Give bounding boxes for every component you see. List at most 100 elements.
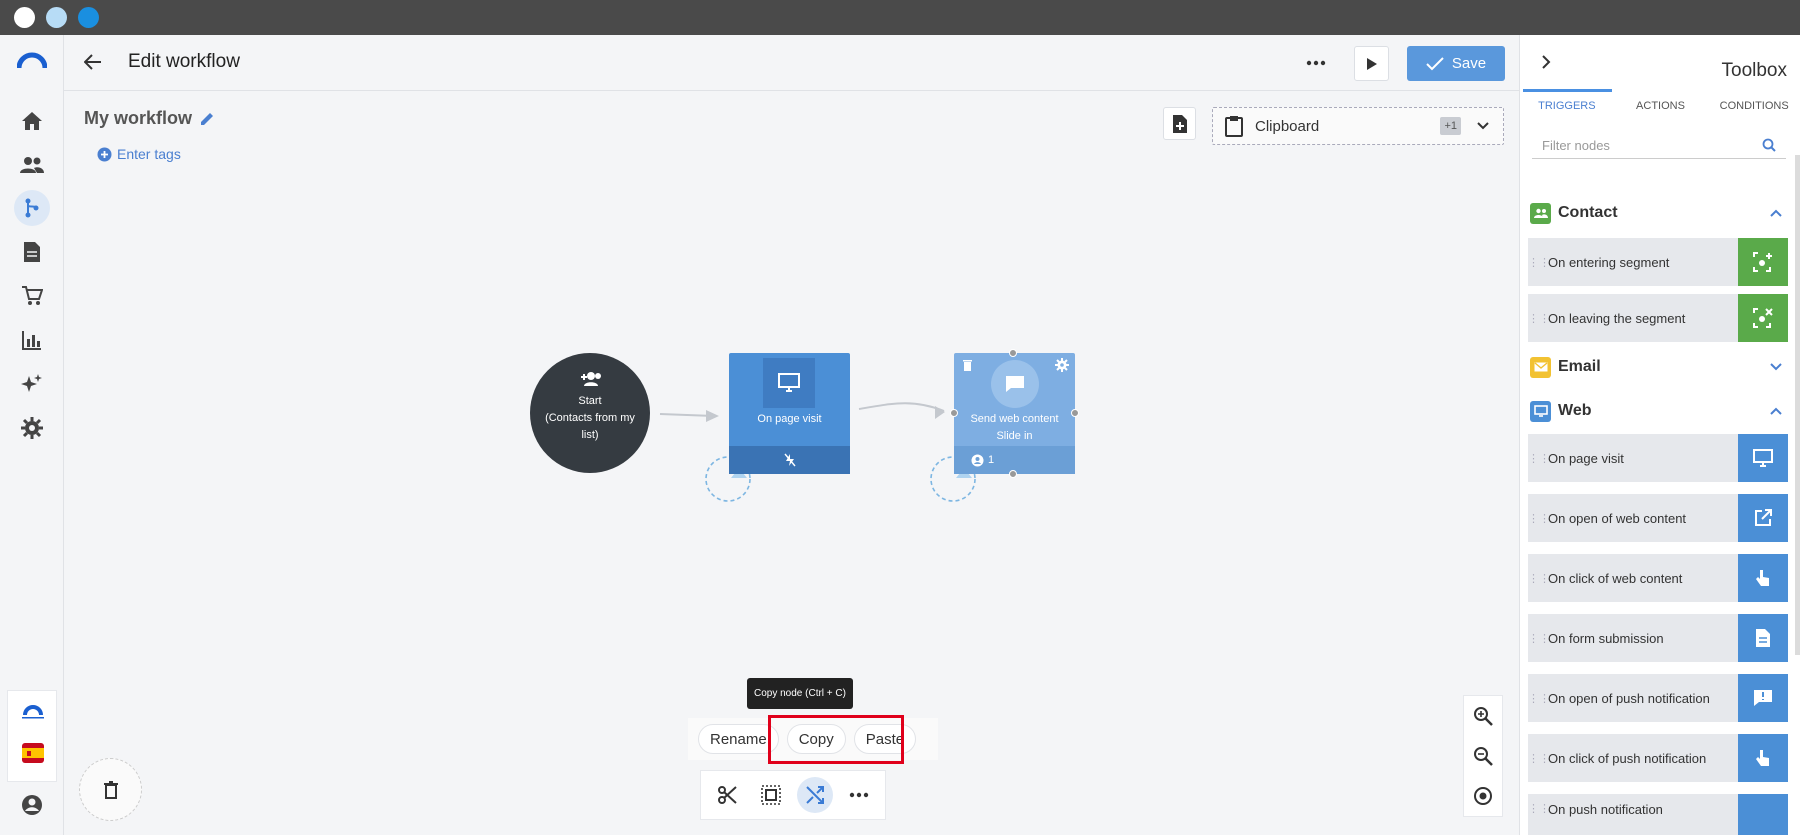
toolbox-item-form-submission[interactable]: ⋮⋮ On form submission (1528, 614, 1788, 662)
window-maximize-dot[interactable] (78, 7, 99, 28)
filter-nodes-input[interactable]: Filter nodes (1532, 131, 1786, 159)
tab-conditions[interactable]: CONDITIONS (1707, 90, 1800, 120)
send-web-content-label: Send web content (970, 413, 1059, 425)
right-handle[interactable] (1071, 409, 1079, 417)
contacts-category-icon (1530, 202, 1551, 224)
toolbox-tabs: TRIGGERS ACTIONS CONDITIONS (1520, 90, 1800, 120)
zoom-out-icon[interactable] (1473, 746, 1493, 766)
workflows-icon[interactable] (14, 190, 50, 226)
zoom-in-icon[interactable] (1473, 706, 1493, 726)
contacts-icon[interactable] (14, 147, 50, 183)
page-title: Edit workflow (128, 51, 240, 72)
connectif-logo-icon[interactable] (19, 705, 47, 719)
copy-tooltip: Copy node (Ctrl + C) (747, 678, 853, 709)
item-label: On push notification (1548, 802, 1663, 817)
drag-grip-icon: ⋮⋮ (1528, 803, 1550, 815)
drag-grip-icon: ⋮⋮ (1528, 752, 1550, 765)
item-label: On entering segment (1548, 254, 1670, 270)
cut-scissors-icon[interactable] (709, 777, 745, 813)
group-add-icon (530, 371, 650, 387)
item-label: On click of push notification (1548, 750, 1707, 766)
contact-category-label: Contact (1558, 204, 1618, 221)
search-icon[interactable] (1762, 138, 1776, 152)
play-icon (1366, 57, 1378, 71)
item-label: On open of push notification (1548, 690, 1710, 706)
more-horizontal-icon[interactable] (841, 777, 877, 813)
web-category-icon (1530, 400, 1551, 422)
delete-node-icon[interactable] (962, 359, 973, 372)
toolbox-item-page-visit[interactable]: ⋮⋮ On page visit (1528, 434, 1788, 482)
home-icon[interactable] (14, 103, 50, 139)
category-contact[interactable]: Contact (1530, 198, 1790, 228)
window-close-dot[interactable] (14, 7, 35, 28)
web-category-label: Web (1558, 402, 1592, 419)
toolbox-item-entering-segment[interactable]: ⋮⋮ On entering segment (1528, 238, 1788, 286)
touch-click-icon (1738, 554, 1788, 602)
settings-gear-icon[interactable] (14, 410, 50, 446)
filter-placeholder: Filter nodes (1542, 138, 1610, 153)
send-web-content-node[interactable]: Send web content Slide in 1 (950, 349, 1079, 478)
email-category-label: Email (1558, 358, 1601, 375)
start-node-subtitle: (Contacts from my list) (545, 412, 635, 441)
window-titlebar (0, 0, 1800, 35)
delete-dropzone[interactable] (79, 758, 142, 821)
tab-triggers[interactable]: TRIGGERS (1520, 90, 1614, 120)
toolbox-item-open-web-content[interactable]: ⋮⋮ On open of web content (1528, 494, 1788, 542)
category-web[interactable]: Web (1530, 396, 1790, 426)
top-handle[interactable] (1009, 349, 1017, 357)
collapse-chevron-right-icon[interactable] (1541, 55, 1551, 69)
analytics-icon[interactable] (14, 322, 50, 358)
toolbox-item-click-web-content[interactable]: ⋮⋮ On click of web content (1528, 554, 1788, 602)
node-settings-gear-icon[interactable] (1055, 358, 1069, 372)
chat-bubble-icon (991, 360, 1039, 408)
ai-sparkle-icon[interactable] (14, 366, 50, 402)
category-email[interactable]: Email (1530, 352, 1790, 382)
tab-actions[interactable]: ACTIONS (1614, 90, 1708, 120)
left-handle[interactable] (950, 409, 958, 417)
center-focus-icon[interactable] (1473, 786, 1493, 806)
workflow-canvas[interactable]: My workflow Enter tags Clipboard +1 Star… (64, 91, 1519, 835)
on-page-visit-node[interactable]: On page visit (729, 353, 850, 474)
save-button[interactable]: Save (1407, 46, 1505, 81)
more-options-icon[interactable] (1306, 53, 1326, 73)
check-icon (1426, 56, 1444, 71)
monitor-icon (1738, 434, 1788, 482)
rename-button[interactable]: Rename (698, 724, 779, 754)
start-node-title: Start (578, 395, 602, 407)
user-account-icon[interactable] (14, 787, 50, 823)
toolbox-scrollbar[interactable] (1795, 155, 1800, 655)
start-node[interactable]: Start (Contacts from my list) (530, 353, 650, 473)
window-minimize-dot[interactable] (46, 7, 67, 28)
chevron-up-icon (1770, 209, 1782, 217)
push-alert-icon (1738, 674, 1788, 722)
toolbox-item-push-notification[interactable]: ⋮⋮ On push notification (1528, 794, 1788, 835)
item-label: On open of web content (1548, 510, 1687, 526)
org-switcher (7, 690, 57, 782)
shop-cart-icon[interactable] (14, 278, 50, 314)
toolbox-title: Toolbox (1721, 60, 1788, 81)
segment-enter-icon (1738, 238, 1788, 286)
bottom-handle[interactable] (1009, 470, 1017, 478)
logo-icon[interactable] (14, 43, 50, 79)
toolbox-item-open-push[interactable]: ⋮⋮ On open of push notification (1528, 674, 1788, 722)
play-button[interactable] (1354, 46, 1389, 81)
account-circle-icon (971, 454, 984, 467)
save-label: Save (1451, 55, 1487, 72)
left-nav (0, 35, 64, 835)
toolbox-panel: Toolbox TRIGGERS ACTIONS CONDITIONS Filt… (1519, 35, 1800, 835)
toolbox-item-click-push[interactable]: ⋮⋮ On click of push notification (1528, 734, 1788, 782)
contact-count: 1 (988, 454, 995, 466)
documents-icon[interactable] (14, 234, 50, 270)
drag-grip-icon: ⋮⋮ (1528, 632, 1550, 645)
toolbox-item-leaving-segment[interactable]: ⋮⋮ On leaving the segment (1528, 294, 1788, 342)
zoom-controls (1463, 695, 1503, 817)
drag-grip-icon: ⋮⋮ (1528, 256, 1550, 269)
select-all-icon[interactable] (753, 777, 789, 813)
shuffle-icon[interactable] (797, 777, 833, 813)
top-bar: Edit workflow Save (64, 35, 1519, 91)
back-arrow-icon[interactable] (84, 53, 102, 71)
drag-grip-icon: ⋮⋮ (1528, 512, 1550, 525)
drag-grip-icon: ⋮⋮ (1528, 312, 1550, 325)
drag-grip-icon: ⋮⋮ (1528, 572, 1550, 585)
spain-flag-icon[interactable] (22, 743, 44, 763)
